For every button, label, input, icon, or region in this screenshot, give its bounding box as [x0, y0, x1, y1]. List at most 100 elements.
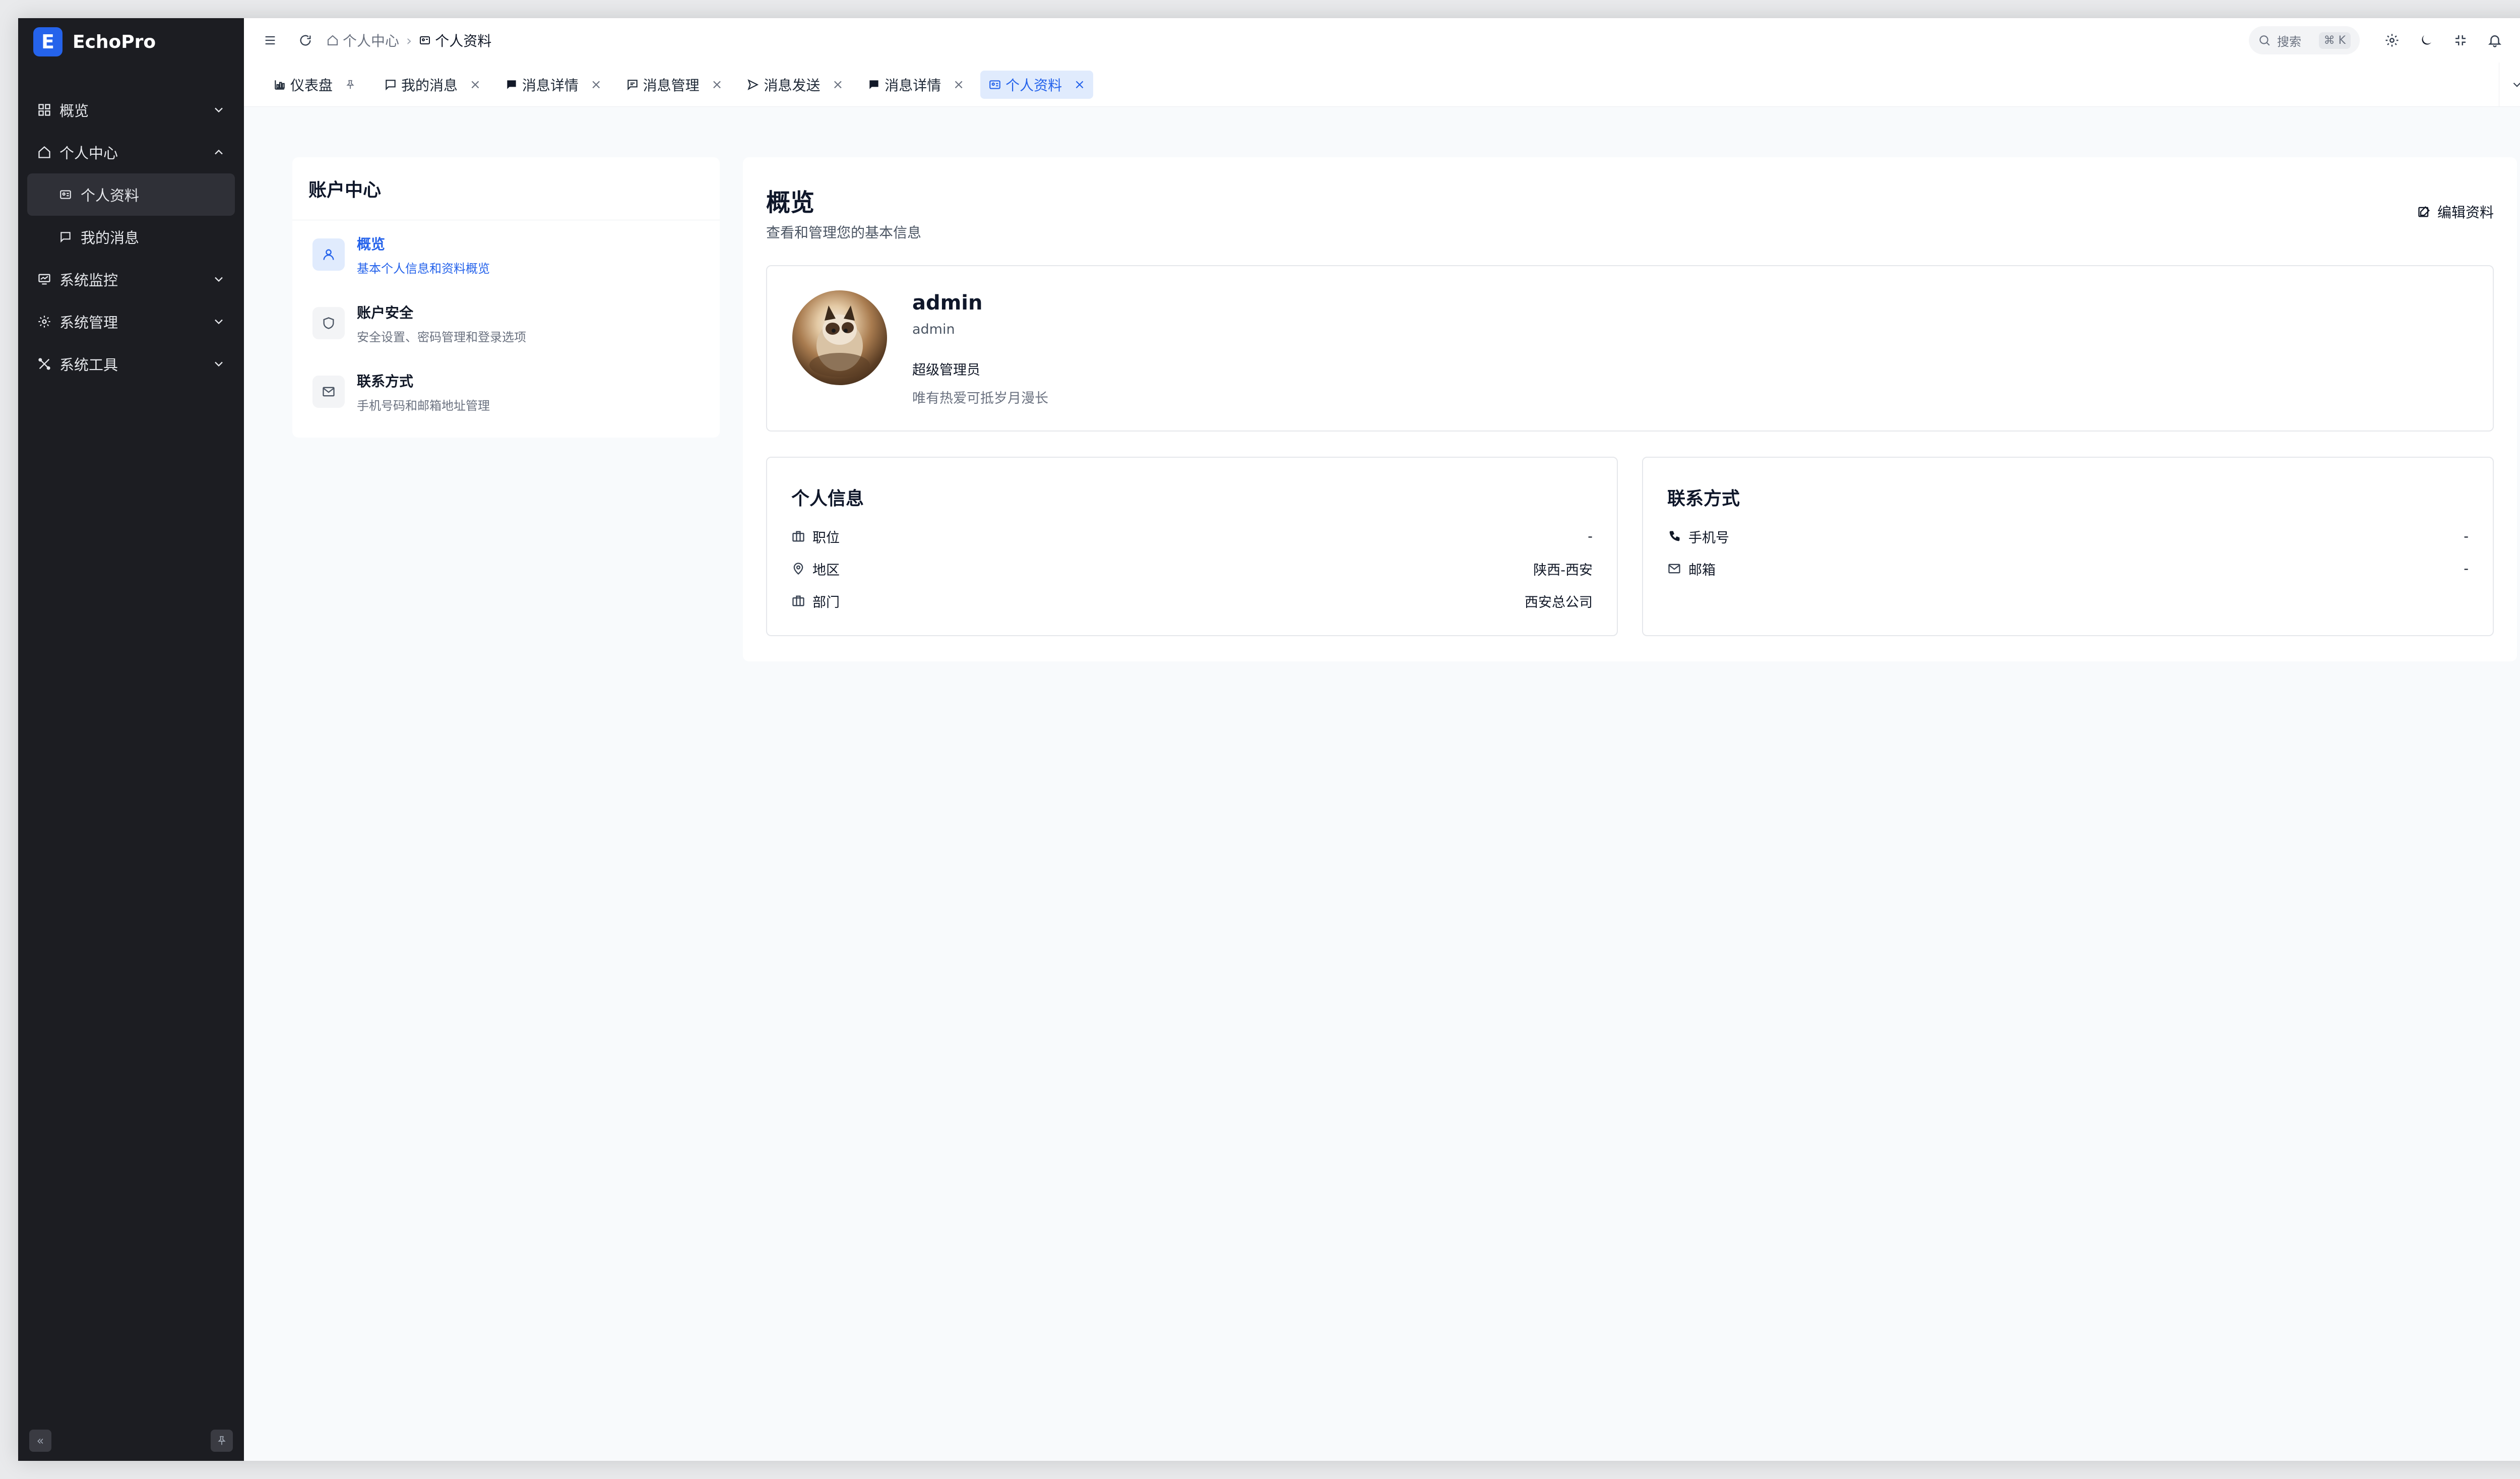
account-nav-title: 联系方式	[357, 373, 414, 390]
briefcase-icon	[792, 531, 804, 542]
contact-label: 手机号	[1688, 530, 1729, 546]
tab-label: 个人资料	[1005, 77, 1062, 94]
breadcrumb-item-personal-center[interactable]: 个人中心	[327, 30, 399, 50]
tabs-dropdown-chevron-icon[interactable]	[2499, 63, 2520, 107]
info-row-region: 地区 陕西-西安	[791, 559, 1593, 579]
breadcrumb-separator: ›	[406, 32, 412, 49]
sidebar-item-my-messages[interactable]: 我的消息	[27, 216, 235, 258]
shield-icon	[312, 307, 345, 339]
account-nav-title: 账户安全	[357, 304, 414, 321]
dark-mode-moon-icon[interactable]	[2415, 29, 2437, 51]
account-nav-desc: 基本个人信息和资料概览	[357, 261, 490, 276]
tab-label: 仪表盘	[290, 77, 333, 94]
tab-label: 消息管理	[643, 77, 700, 94]
profile-card-icon	[420, 36, 430, 44]
personal-info-title: 个人信息	[791, 488, 864, 509]
chevron-down-icon	[215, 107, 223, 113]
sidebar-item-personal-center[interactable]: 个人中心	[27, 131, 235, 173]
sidebar-item-label: 个人中心	[59, 145, 118, 162]
account-nav-contact[interactable]: 联系方式 手机号码和邮箱地址管理	[292, 357, 720, 426]
tab-message-detail[interactable]: 消息详情 ×	[497, 71, 610, 99]
tab-bar: 仪表盘 我的消息 × 消息详情 × 消息管理 × 消息发送 × 消息详情 × 个…	[244, 63, 2520, 107]
message-manage-icon	[627, 79, 638, 90]
close-icon[interactable]: ×	[1074, 77, 1085, 92]
tab-message-management[interactable]: 消息管理 ×	[618, 71, 731, 99]
contact-value: -	[2464, 528, 2469, 544]
fullscreen-icon[interactable]	[2449, 29, 2472, 51]
account-nav-security[interactable]: 账户安全 安全设置、密码管理和登录选项	[292, 289, 720, 357]
breadcrumb-label: 个人中心	[343, 33, 400, 49]
cat-photo-icon	[809, 305, 870, 377]
tab-message-detail-2[interactable]: 消息详情 ×	[859, 71, 972, 99]
tab-my-messages[interactable]: 我的消息 ×	[376, 71, 489, 99]
tab-label: 消息详情	[522, 77, 579, 94]
message-filled-icon	[507, 80, 516, 89]
gear-icon	[36, 314, 52, 330]
breadcrumb-label: 个人资料	[435, 33, 492, 49]
sidebar-item-label: 个人资料	[81, 187, 140, 204]
profile-motto: 唯有热爱可抵岁月漫长	[912, 391, 1048, 406]
close-icon[interactable]: ×	[591, 77, 602, 92]
profile-summary: admin admin 超级管理员 唯有热爱可抵岁月漫长	[766, 265, 2494, 432]
info-label: 职位	[812, 530, 840, 546]
sidebar-item-label: 系统工具	[59, 356, 118, 374]
tab-label: 消息发送	[764, 77, 821, 94]
menu-toggle-icon[interactable]	[259, 29, 281, 51]
sidebar-item-label: 系统管理	[59, 314, 118, 331]
account-nav-desc: 手机号码和邮箱地址管理	[357, 398, 490, 413]
sidebar-item-system-management[interactable]: 系统管理	[27, 300, 235, 343]
sidebar-item-overview[interactable]: 概览	[27, 89, 235, 131]
info-value: 西安总公司	[1525, 594, 1593, 610]
info-row-department: 部门 西安总公司	[791, 591, 1593, 611]
breadcrumb: 个人中心 › 个人资料	[327, 30, 491, 50]
contact-row-email: 邮箱 -	[1667, 559, 2469, 579]
tab-profile[interactable]: 个人资料 ×	[980, 70, 1093, 99]
sidebar-footer: «	[29, 1430, 233, 1452]
sidebar-item-system-tools[interactable]: 系统工具	[27, 343, 235, 385]
tab-label: 我的消息	[401, 77, 458, 94]
overview-card: 概览 查看和管理您的基本信息 编辑资料 admin admin 超级管理员 唯有…	[743, 157, 2517, 661]
account-center-card: 账户中心 概览 基本个人信息和资料概览 账户安全 安全设置、密码管理和登录选项	[292, 157, 720, 438]
close-icon[interactable]: ×	[832, 77, 843, 92]
account-nav-overview[interactable]: 概览 基本个人信息和资料概览	[292, 220, 720, 289]
pin-icon[interactable]	[211, 1430, 233, 1452]
contact-value: -	[2464, 561, 2469, 577]
sidebar-item-label: 概览	[59, 102, 89, 119]
profile-avatar[interactable]	[792, 290, 887, 385]
dashboard-grid-icon	[36, 102, 52, 118]
notification-bell-icon[interactable]	[2484, 29, 2506, 51]
logo-icon: E	[33, 27, 62, 56]
app-logo[interactable]: E EchoPro	[33, 27, 156, 56]
mail-icon	[312, 376, 345, 408]
chevron-up-icon	[215, 149, 223, 155]
sidebar-item-label: 我的消息	[81, 229, 140, 246]
sidebar-item-profile[interactable]: 个人资料	[27, 173, 235, 216]
close-icon[interactable]: ×	[712, 77, 723, 92]
building-icon	[792, 595, 804, 606]
sidebar-item-system-monitor[interactable]: 系统监控	[27, 258, 235, 300]
edit-profile-label: 编辑资料	[2437, 204, 2494, 221]
message-bubble-icon	[57, 229, 74, 245]
phone-icon	[1669, 531, 1680, 541]
breadcrumb-item-profile[interactable]: 个人资料	[419, 30, 491, 50]
tab-dashboard[interactable]: 仪表盘	[265, 71, 368, 99]
tab-message-send[interactable]: 消息发送 ×	[738, 71, 851, 99]
pin-icon[interactable]	[345, 79, 356, 90]
app-window: E EchoPro 概览 个人中心 个人资料 我的消息 系统监控 系统管理 系统…	[18, 18, 2520, 1461]
search-box[interactable]: 搜索 ⌘ K	[2249, 26, 2360, 54]
collapse-sidebar-icon[interactable]: «	[29, 1430, 51, 1452]
edit-profile-button[interactable]: 编辑资料	[2417, 202, 2494, 222]
personal-info-card: 个人信息 职位 - 地区 陕西-西安 部门 西安总公司	[766, 457, 1618, 636]
search-shortcut: ⌘ K	[2318, 32, 2351, 49]
profile-card-icon	[57, 187, 74, 203]
refresh-icon[interactable]	[294, 29, 317, 51]
close-icon[interactable]: ×	[953, 77, 964, 92]
home-icon	[36, 144, 52, 160]
settings-gear-icon[interactable]	[2381, 29, 2403, 51]
info-label: 地区	[812, 562, 840, 578]
sidebar-menu: 概览 个人中心 个人资料 我的消息 系统监控 系统管理 系统工具	[27, 89, 235, 385]
header-actions: 搜索 ⌘ K	[2249, 18, 2520, 63]
close-icon[interactable]: ×	[470, 77, 481, 92]
account-nav-desc: 安全设置、密码管理和登录选项	[357, 330, 526, 344]
contact-info-title: 联系方式	[1667, 488, 1740, 509]
